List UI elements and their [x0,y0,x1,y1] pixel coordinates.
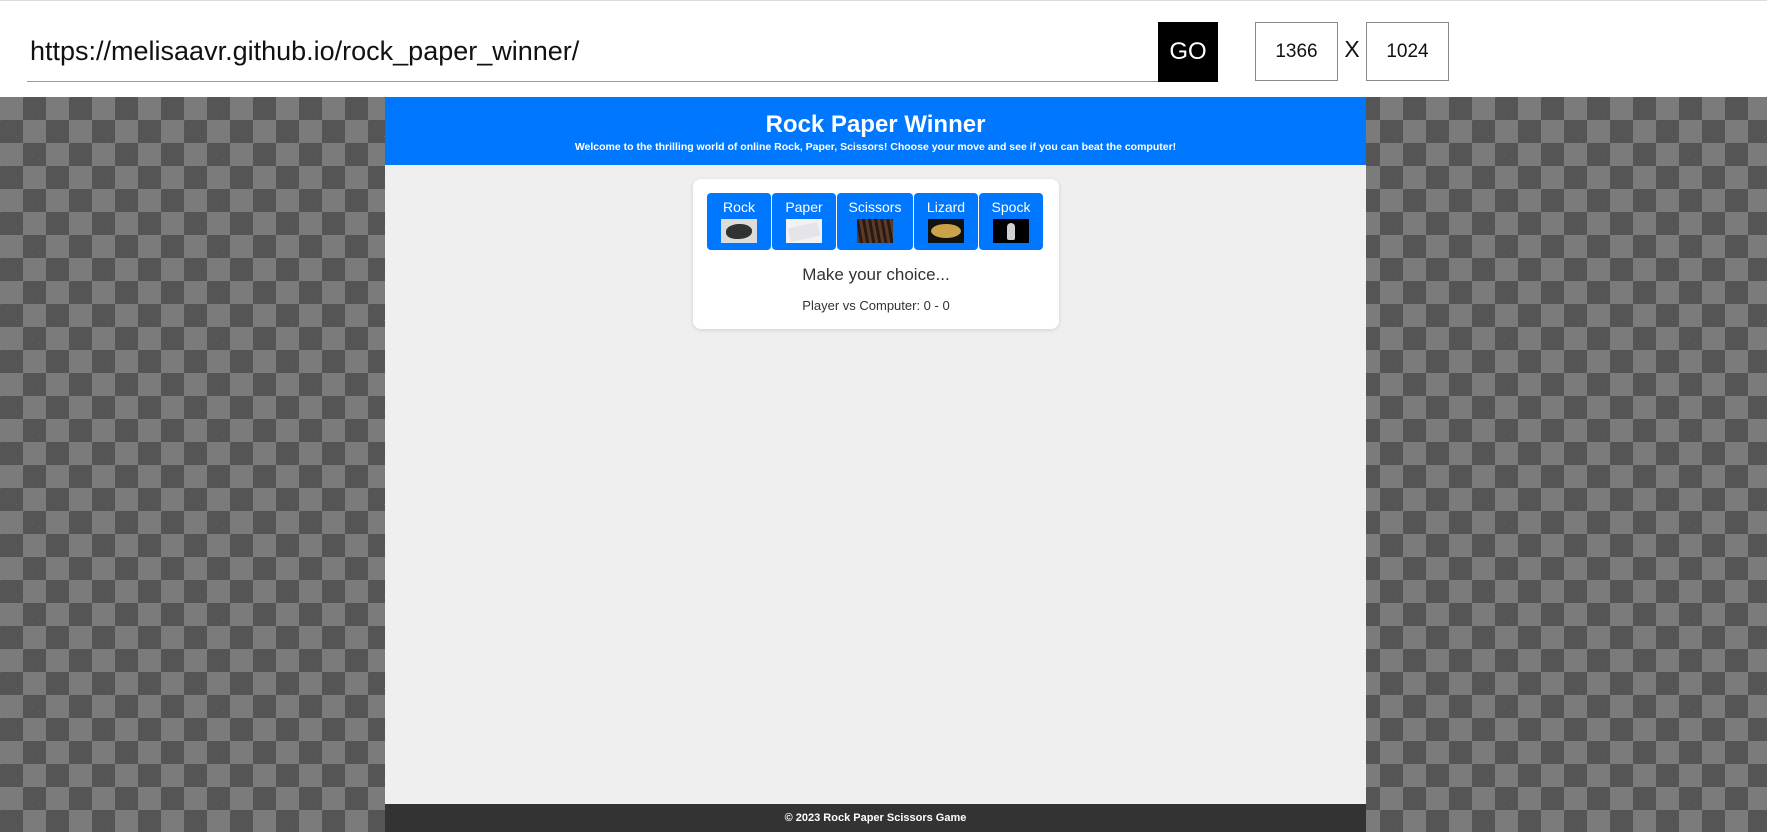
paper-button[interactable]: Paper [772,193,836,250]
scissors-button[interactable]: Scissors [837,193,913,250]
url-input[interactable] [27,22,1158,82]
paper-image [786,219,822,243]
spock-image [993,219,1029,243]
url-toolbar: GO X [0,0,1767,97]
viewport-height-input[interactable] [1366,22,1449,81]
page-viewport: Rock Paper Winner Welcome to the thrilli… [385,97,1366,832]
checkerboard-stage: Rock Paper Winner Welcome to the thrilli… [0,97,1767,832]
footer-text: © 2023 Rock Paper Scissors Game [784,812,967,824]
rock-image [721,219,757,243]
choice-label: Scissors [848,199,902,215]
site-header: Rock Paper Winner Welcome to the thrilli… [385,97,1366,165]
dimension-separator: X [1344,36,1360,62]
status-message: Make your choice... [802,265,950,284]
site-subtitle: Welcome to the thrilling world of online… [574,141,1177,153]
choice-label: Paper [785,199,823,215]
choice-label: Rock [723,199,755,215]
site-title: Rock Paper Winner [765,111,986,138]
score-text: Player vs Computer: 0 - 0 [802,298,950,313]
go-button[interactable]: GO [1158,22,1218,82]
game-card: Rock Paper Scissors Lizard Spock Make yo… [693,179,1059,329]
scissors-image [857,219,893,243]
choice-label: Lizard [926,199,966,215]
site-footer: © 2023 Rock Paper Scissors Game [385,804,1366,832]
rock-button[interactable]: Rock [707,193,771,250]
spock-button[interactable]: Spock [979,193,1043,250]
lizard-image [928,219,964,243]
lizard-button[interactable]: Lizard [914,193,978,250]
choice-label: Spock [991,199,1031,215]
viewport-width-input[interactable] [1255,22,1338,81]
choice-buttons: Rock Paper Scissors Lizard Spock [707,193,1043,250]
